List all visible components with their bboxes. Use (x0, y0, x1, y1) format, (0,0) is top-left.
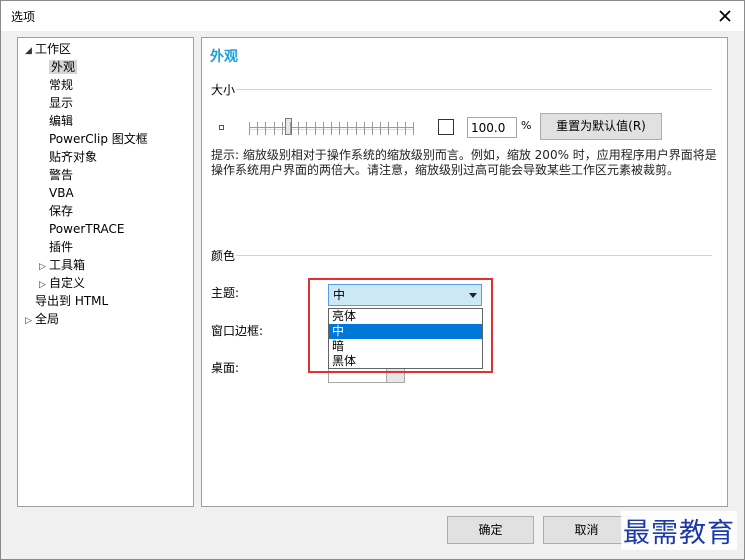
expand-arrow-icon[interactable]: ▷ (25, 313, 35, 330)
theme-option[interactable]: 亮体 (329, 309, 482, 324)
size-group-label: 大小 (211, 83, 236, 97)
slider-tick (347, 122, 349, 135)
settings-panel: 外观 大小 100.0 % 重置为默认值(R) 提示: 缩放级别相对于操作系统的… (201, 37, 728, 507)
desktop-label: 桌面: (211, 361, 240, 375)
theme-select-value: 中 (333, 288, 346, 302)
tree-item-label: 保存 (49, 204, 74, 218)
tree-item-label: 导出到 HTML (35, 294, 109, 308)
tree-item-label: 警告 (49, 168, 74, 182)
tree-item[interactable]: PowerTRACE (39, 221, 124, 238)
scale-checkbox[interactable] (438, 119, 454, 135)
tree-item[interactable]: 插件 (39, 239, 73, 256)
tree-item[interactable]: 外观 (39, 59, 78, 76)
slider-tick (363, 122, 365, 135)
title-bar: 选项 (1, 1, 744, 31)
tree-item[interactable]: VBA (39, 185, 74, 202)
watermark-text: 最需教育 (621, 511, 737, 550)
slider-tick (306, 122, 308, 135)
close-icon (719, 10, 731, 22)
options-dialog: 选项 ◢ 工作区 外观 常规 显示 编辑 PowerClip 图文框 贴齐对象 警告 VBA 保存 P… (0, 0, 745, 560)
theme-option[interactable]: 黑体 (329, 354, 482, 369)
tree-item[interactable]: 保存 (39, 203, 73, 220)
percent-sign: % (521, 119, 532, 132)
cancel-button[interactable]: 取消 (543, 516, 630, 544)
slider-tick (298, 122, 300, 135)
tree-item[interactable]: 编辑 (39, 113, 73, 130)
tree-item-label: 插件 (49, 240, 74, 254)
tree-item-label: 显示 (49, 96, 74, 110)
tree-item[interactable]: PowerClip 图文框 (39, 131, 148, 148)
theme-option-selected[interactable]: 中 (329, 324, 482, 339)
small-size-icon (219, 125, 224, 130)
ok-button[interactable]: 确定 (447, 516, 534, 544)
theme-label: 主题: (211, 286, 240, 300)
theme-dropdown[interactable]: 亮体 中 暗 黑体 (328, 308, 483, 369)
slider-tick (281, 122, 283, 135)
tree-item[interactable]: ▷ 工具箱 (39, 257, 85, 274)
theme-select[interactable]: 中 (328, 284, 482, 306)
color-group-divider (236, 255, 712, 256)
slider-tick (355, 122, 357, 135)
tree-item-label: 工作区 (35, 42, 72, 56)
expand-arrow-icon[interactable]: ◢ (25, 43, 35, 60)
slider-tick (372, 122, 373, 135)
reset-default-button[interactable]: 重置为默认值(R) (540, 113, 662, 140)
slider-tick (314, 122, 316, 135)
tree-item-label: 编辑 (49, 114, 74, 128)
desktop-color-picker-button[interactable] (386, 369, 404, 382)
slider-tick (257, 122, 259, 135)
slider-tick (265, 122, 267, 135)
tree-item[interactable]: ◢ 工作区 (25, 41, 71, 58)
slider-tick (331, 122, 332, 135)
theme-option[interactable]: 暗 (329, 339, 482, 354)
tree-item-label: 常规 (49, 78, 74, 92)
tree-item[interactable]: ▷ 自定义 (39, 275, 85, 292)
tree-item-label: 工具箱 (49, 258, 86, 272)
panel-title: 外观 (210, 49, 238, 65)
hint-text: 提示: 缩放级别相对于操作系统的缩放级别而言。例如，缩放 200% 时，应用程序… (211, 148, 717, 177)
expand-arrow-icon[interactable]: ▷ (39, 259, 49, 276)
tree-item[interactable]: 显示 (39, 95, 73, 112)
tree-item-label: PowerClip 图文框 (49, 132, 148, 146)
tree-item[interactable]: 贴齐对象 (39, 149, 97, 166)
expand-arrow-icon[interactable]: ▷ (39, 277, 49, 294)
chevron-down-icon (469, 293, 477, 298)
tree-item[interactable]: 警告 (39, 167, 73, 184)
tree-item[interactable]: ▷ 全局 (25, 311, 59, 328)
close-button[interactable] (714, 5, 736, 27)
slider-tick (388, 122, 390, 135)
slider-tick (249, 122, 250, 135)
slider-tick (339, 122, 341, 135)
slider-tick (380, 122, 382, 135)
slider-tick (322, 122, 324, 135)
window-title: 选项 (11, 10, 36, 24)
size-group-divider (236, 89, 712, 90)
tree-item-label: PowerTRACE (49, 222, 125, 236)
scale-input[interactable]: 100.0 (467, 117, 517, 138)
slider-tick (413, 122, 414, 135)
tree-item-label: 自定义 (49, 276, 86, 290)
tree-item-label: 全局 (35, 312, 60, 326)
tree-item-label: 外观 (49, 60, 78, 74)
tree-item-label: 贴齐对象 (49, 150, 98, 164)
color-group-label: 颜色 (211, 249, 236, 263)
category-tree[interactable]: ◢ 工作区外观常规显示编辑 PowerClip 图文框 贴齐对象警告 VBA 保存 Powe… (17, 37, 194, 507)
desktop-color-picker[interactable] (328, 369, 405, 383)
slider-tick (273, 122, 275, 135)
tree-item[interactable]: 常规 (39, 77, 73, 94)
slider-tick (290, 122, 291, 135)
slider-tick (404, 122, 406, 135)
window-border-label: 窗口边框: (211, 324, 264, 338)
tree-item[interactable]: 导出到 HTML (25, 293, 108, 310)
slider-tick (396, 122, 398, 135)
tree-item-label: VBA (49, 186, 74, 200)
